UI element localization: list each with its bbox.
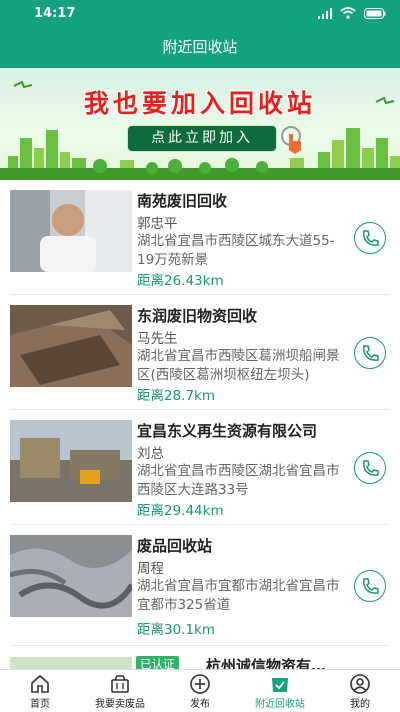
list-item[interactable]: 宜昌东义再生资源有限公司 刘总 湖北省宜昌市西陵区湖北省宜昌市西陵区大连路33号… (0, 410, 400, 525)
station-name: 杭州诚信物资有… (206, 657, 327, 669)
phone-icon (363, 230, 379, 246)
tab-label: 首页 (30, 699, 50, 710)
list-item[interactable]: 已认证 杭州诚信物资有… (0, 655, 400, 669)
station-distance: 距离28.7km (137, 388, 216, 404)
call-button[interactable] (354, 222, 386, 254)
join-now-button[interactable]: 点此立即加入 (127, 125, 277, 152)
station-address: 湖北省宜昌市西陵区葛洲坝船闸景区(西陵区葛洲坝枢纽左坝头) (137, 348, 340, 383)
battery-icon (364, 7, 386, 19)
station-name: 宜昌东义再生资源有限公司 (137, 422, 318, 440)
station-name: 东润废旧物资回收 (137, 307, 258, 325)
list-item[interactable]: 南苑废旧回收 郭忠平 湖北省宜昌市西陵区城东大道55-19万苑新景 距离26.4… (0, 180, 400, 295)
call-button[interactable] (354, 452, 386, 484)
station-address: 湖北省宜昌市西陵区城东大道55-19万苑新景 (137, 233, 335, 268)
tab-publish[interactable]: 发布 (160, 670, 240, 712)
tab-nearby-stations[interactable]: 附近回收站 (240, 670, 320, 712)
call-button[interactable] (354, 570, 386, 602)
station-name: 南苑废旧回收 (137, 192, 228, 210)
station-distance: 距离30.1km (137, 622, 216, 638)
verified-badge: 已认证 (136, 656, 179, 669)
station-contact: 周程 (137, 561, 164, 577)
status-bar: 14:17 (0, 0, 400, 28)
station-photo (10, 190, 132, 272)
page-title: 附近回收站 (162, 38, 238, 56)
station-contact: 郭忠平 (137, 216, 178, 232)
tab-home[interactable]: 首页 (0, 670, 80, 712)
status-icons (318, 7, 386, 19)
plus-circle-icon (190, 674, 210, 694)
phone-icon (363, 460, 379, 476)
pointer-hand-icon (281, 126, 301, 154)
station-photo (10, 305, 132, 387)
phone-icon (363, 578, 379, 594)
tab-sell-waste[interactable]: 我要卖废品 (80, 670, 160, 712)
station-list[interactable]: 南苑废旧回收 郭忠平 湖北省宜昌市西陵区城东大道55-19万苑新景 距离26.4… (0, 180, 400, 669)
join-banner[interactable]: 我也要加入回收站 点此立即加入 (0, 68, 400, 180)
station-contact: 马先生 (137, 331, 178, 347)
tab-label: 附近回收站 (255, 699, 305, 710)
list-item[interactable]: 废品回收站 周程 湖北省宜昌市宜都市湖北省宜昌市宜都市325省道 距离30.1k… (0, 525, 400, 646)
station-distance: 距离29.44km (137, 503, 224, 519)
banner-headline: 我也要加入回收站 (83, 89, 316, 118)
user-icon (350, 674, 370, 694)
signal-icon (318, 7, 332, 19)
station-distance: 距离26.43km (137, 273, 224, 289)
row-divider (10, 645, 390, 646)
call-button[interactable] (354, 337, 386, 369)
station-photo (10, 420, 132, 502)
tab-profile[interactable]: 我的 (320, 670, 400, 712)
station-photo (10, 535, 132, 617)
station-photo (10, 657, 132, 669)
tab-label: 发布 (190, 699, 210, 710)
phone-icon (363, 345, 379, 361)
station-contact: 刘总 (137, 446, 164, 462)
wifi-icon (340, 7, 356, 19)
station-address: 湖北省宜昌市宜都市湖北省宜昌市宜都市325省道 (137, 578, 340, 613)
basket-icon (111, 675, 129, 693)
tab-label: 我的 (350, 699, 370, 710)
bottom-tab-bar: 首页 我要卖废品 发布 附近回收站 我的 (0, 669, 400, 712)
list-item[interactable]: 东润废旧物资回收 马先生 湖北省宜昌市西陵区葛洲坝船闸景区(西陵区葛洲坝枢纽左坝… (0, 295, 400, 410)
status-time: 14:17 (34, 6, 76, 21)
station-icon (272, 678, 288, 692)
nav-bar: 附近回收站 (0, 28, 400, 68)
home-icon (31, 674, 49, 693)
station-name: 废品回收站 (137, 537, 213, 555)
tab-label: 我要卖废品 (95, 699, 145, 710)
station-address: 湖北省宜昌市西陵区湖北省宜昌市西陵区大连路33号 (137, 463, 340, 498)
